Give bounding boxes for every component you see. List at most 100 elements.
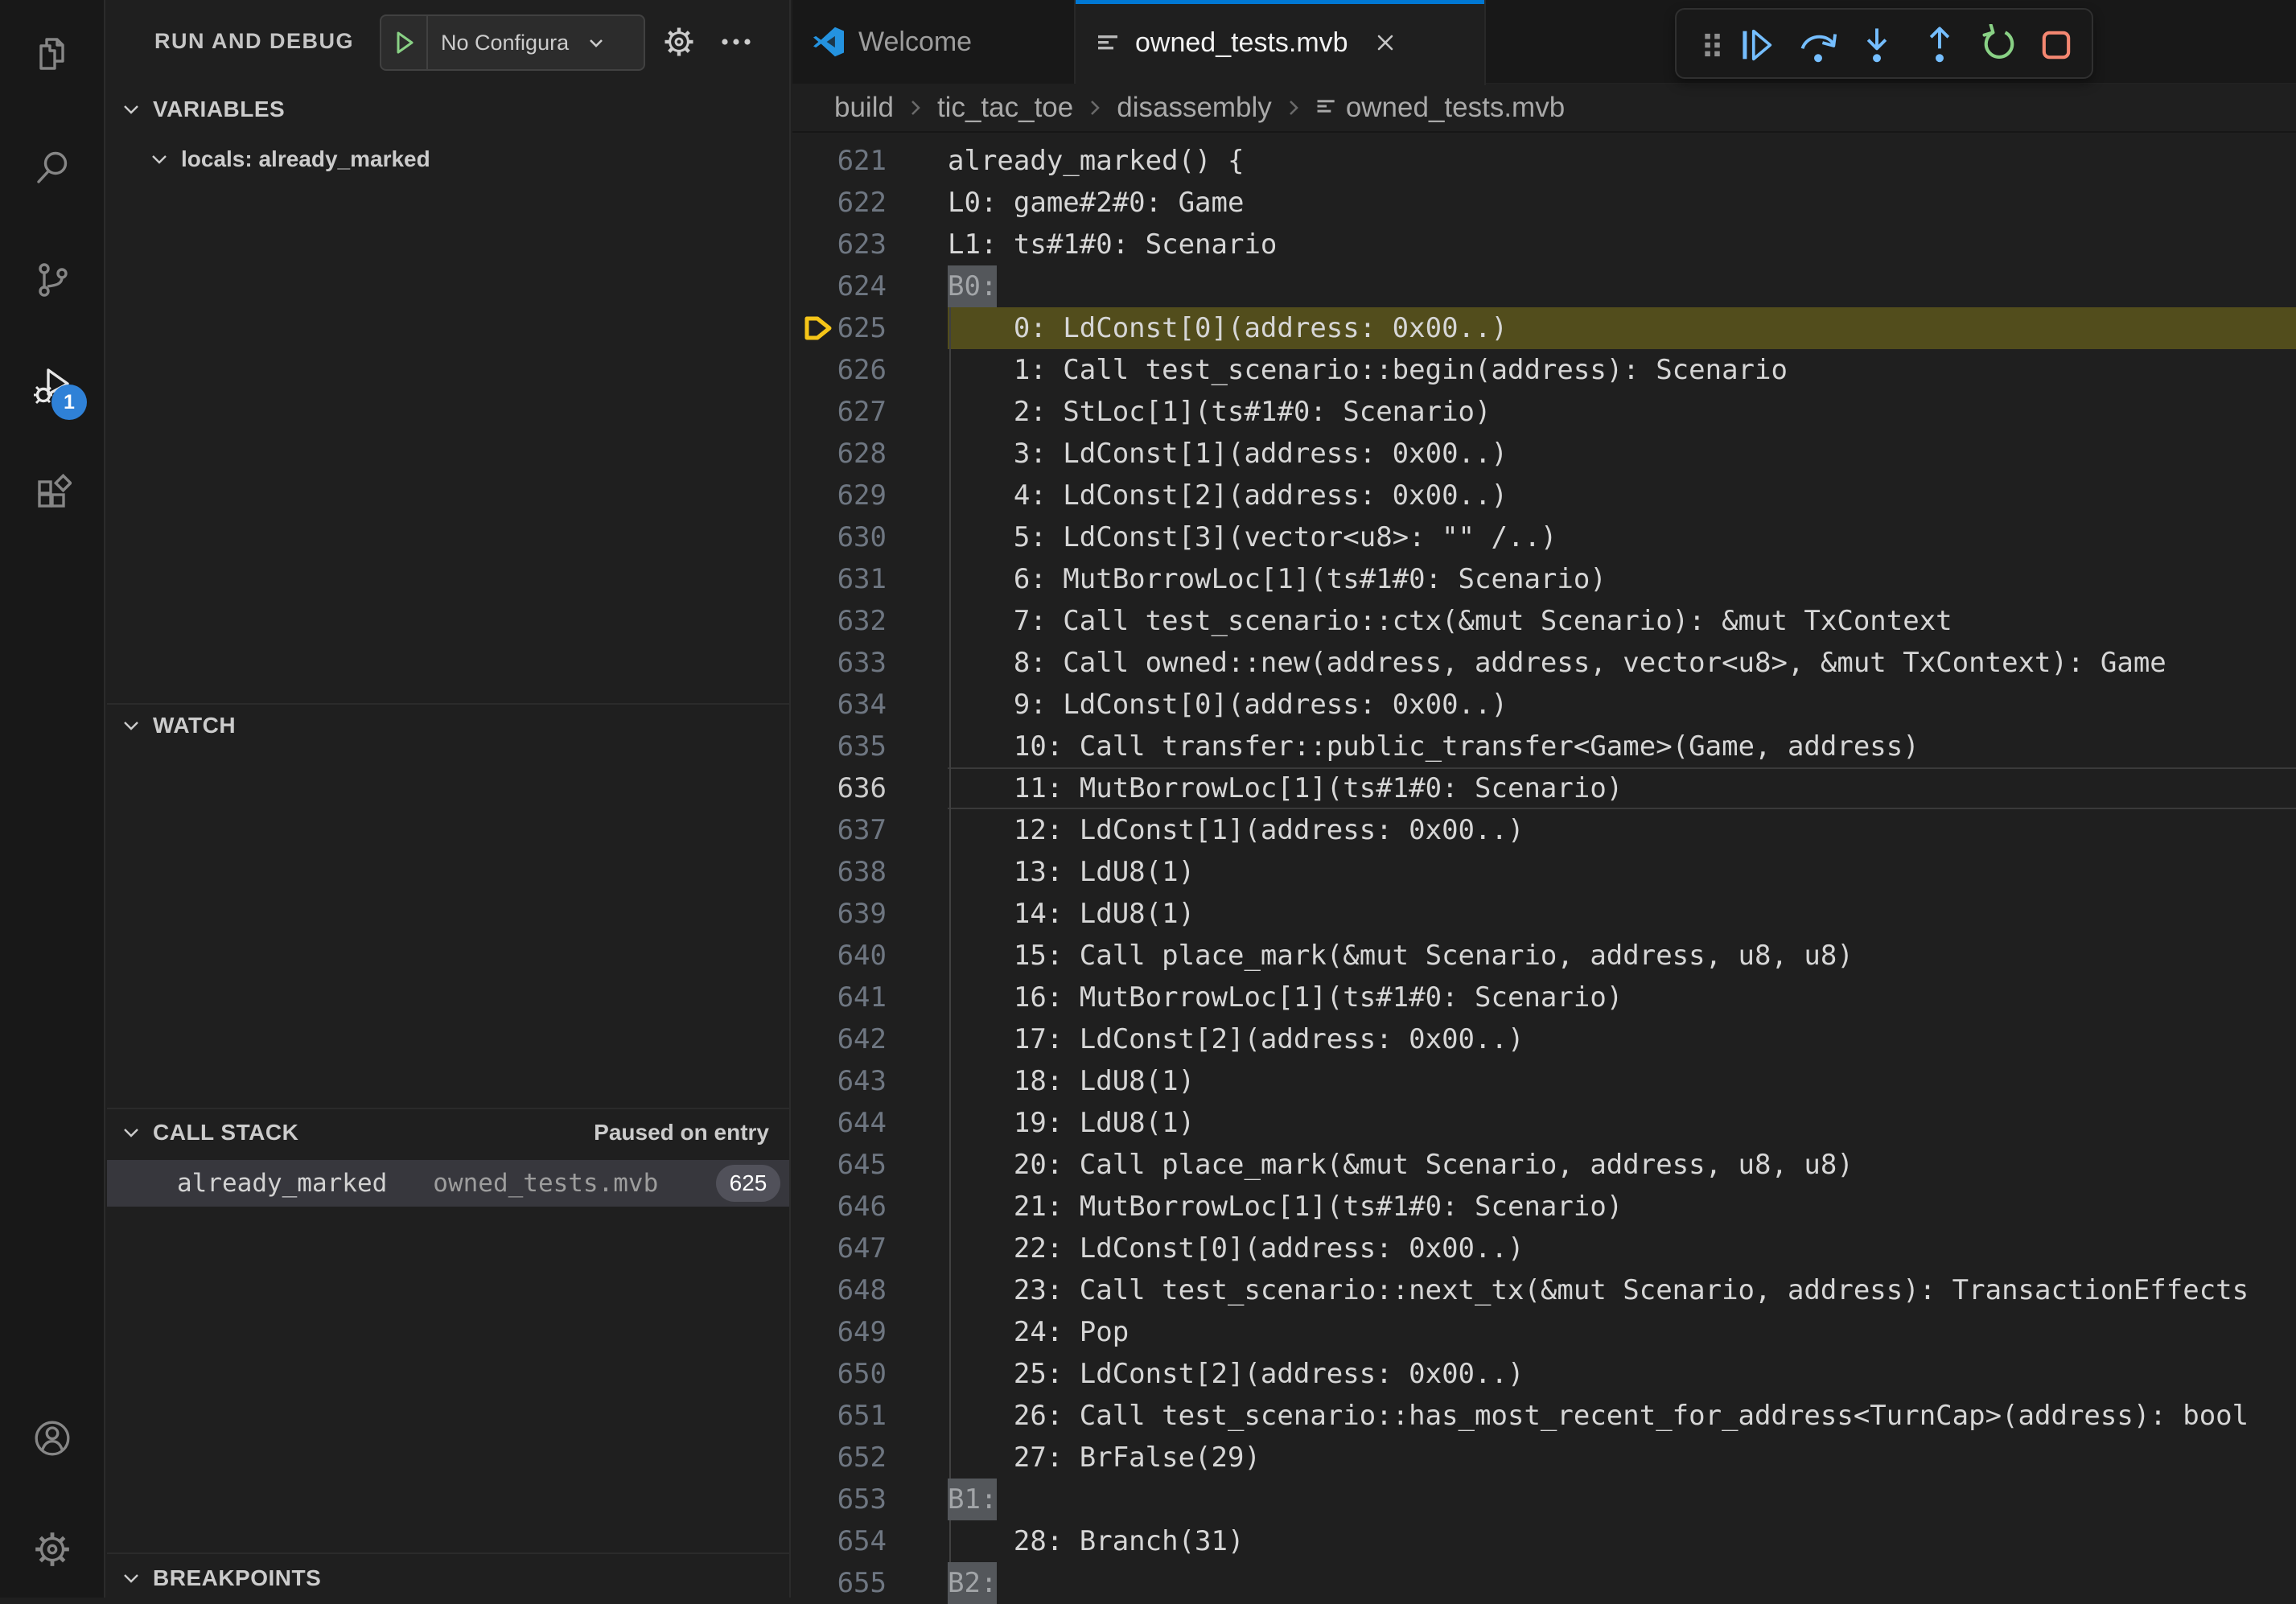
gutter[interactable]: 635: [792, 726, 948, 767]
code-line-623[interactable]: 623L1: ts#1#0: Scenario: [792, 224, 2296, 265]
line-number[interactable]: 652: [792, 1437, 948, 1479]
breadcrumb-item[interactable]: owned_tests.mvb: [1346, 92, 1565, 124]
gutter[interactable]: 647: [792, 1228, 948, 1269]
line-number[interactable]: 627: [792, 391, 948, 433]
line-number[interactable]: 621: [792, 140, 948, 182]
gutter[interactable]: 626: [792, 349, 948, 391]
gutter[interactable]: 651: [792, 1395, 948, 1437]
line-number[interactable]: 648: [792, 1269, 948, 1311]
tab-welcome[interactable]: Welcome: [792, 0, 1076, 84]
gutter[interactable]: 621: [792, 140, 948, 182]
code-line-654[interactable]: 654 28: Branch(31): [792, 1520, 2296, 1562]
code-line-650[interactable]: 650 25: LdConst[2](address: 0x00..): [792, 1353, 2296, 1395]
step-out-icon[interactable]: [1919, 24, 1961, 66]
line-number[interactable]: 642: [792, 1018, 948, 1060]
gutter[interactable]: 650: [792, 1353, 948, 1395]
debug-settings-gear-icon[interactable]: [662, 25, 696, 63]
gutter[interactable]: 630: [792, 516, 948, 558]
code-editor[interactable]: 621already_marked() {622L0: game#2#0: Ga…: [792, 134, 2296, 1598]
step-into-icon[interactable]: [1856, 24, 1898, 66]
code-line-638[interactable]: 638 13: LdU8(1): [792, 851, 2296, 893]
gutter[interactable]: 625: [792, 307, 948, 349]
gutter[interactable]: 648: [792, 1269, 948, 1311]
breadcrumb-item[interactable]: disassembly: [1117, 92, 1272, 124]
line-number[interactable]: 645: [792, 1144, 948, 1186]
gutter[interactable]: 632: [792, 600, 948, 642]
code-line-626[interactable]: 626 1: Call test_scenario::begin(address…: [792, 349, 2296, 391]
code-line-647[interactable]: 647 22: LdConst[0](address: 0x00..): [792, 1228, 2296, 1269]
line-number[interactable]: 641: [792, 977, 948, 1018]
code-line-648[interactable]: 648 23: Call test_scenario::next_tx(&mut…: [792, 1269, 2296, 1311]
source-control-icon[interactable]: [0, 261, 104, 299]
line-number[interactable]: 649: [792, 1311, 948, 1353]
line-number[interactable]: 650: [792, 1353, 948, 1395]
gutter[interactable]: 639: [792, 893, 948, 935]
continue-icon[interactable]: [1735, 24, 1777, 66]
code-line-642[interactable]: 642 17: LdConst[2](address: 0x00..): [792, 1018, 2296, 1060]
code-line-622[interactable]: 622L0: game#2#0: Game: [792, 182, 2296, 224]
code-line-652[interactable]: 652 27: BrFalse(29): [792, 1437, 2296, 1479]
search-icon[interactable]: [0, 148, 104, 187]
gutter[interactable]: 627: [792, 391, 948, 433]
line-number[interactable]: 628: [792, 433, 948, 475]
gutter[interactable]: 640: [792, 935, 948, 977]
code-line-639[interactable]: 639 14: LdU8(1): [792, 893, 2296, 935]
code-line-631[interactable]: 631 6: MutBorrowLoc[1](ts#1#0: Scenario): [792, 558, 2296, 600]
close-icon[interactable]: [1372, 30, 1398, 56]
code-line-643[interactable]: 643 18: LdU8(1): [792, 1060, 2296, 1102]
section-call-stack[interactable]: CALL STACK Paused on entry: [107, 1113, 789, 1152]
restart-icon[interactable]: [1978, 24, 2020, 66]
code-line-649[interactable]: 649 24: Pop: [792, 1311, 2296, 1353]
code-line-634[interactable]: 634 9: LdConst[0](address: 0x00..): [792, 684, 2296, 726]
line-number[interactable]: 629: [792, 475, 948, 516]
line-number[interactable]: 634: [792, 684, 948, 726]
extensions-icon[interactable]: [0, 473, 104, 512]
gutter[interactable]: 653: [792, 1479, 948, 1520]
gutter[interactable]: 631: [792, 558, 948, 600]
section-watch[interactable]: WATCH: [107, 706, 789, 745]
line-number[interactable]: 644: [792, 1102, 948, 1144]
line-number[interactable]: 651: [792, 1395, 948, 1437]
line-number[interactable]: 637: [792, 809, 948, 851]
line-number[interactable]: 632: [792, 600, 948, 642]
code-line-629[interactable]: 629 4: LdConst[2](address: 0x00..): [792, 475, 2296, 516]
line-number[interactable]: 636: [792, 767, 948, 809]
line-number[interactable]: 635: [792, 726, 948, 767]
line-number[interactable]: 624: [792, 265, 948, 307]
line-number[interactable]: 653: [792, 1479, 948, 1520]
code-line-627[interactable]: 627 2: StLoc[1](ts#1#0: Scenario): [792, 391, 2296, 433]
code-line-644[interactable]: 644 19: LdU8(1): [792, 1102, 2296, 1144]
stop-icon[interactable]: [2035, 24, 2077, 66]
code-line-621[interactable]: 621already_marked() {: [792, 140, 2296, 182]
gutter[interactable]: 641: [792, 977, 948, 1018]
line-number[interactable]: 647: [792, 1228, 948, 1269]
settings-gear-icon[interactable]: [0, 1529, 104, 1569]
code-line-630[interactable]: 630 5: LdConst[3](vector<u8>: "" /..): [792, 516, 2296, 558]
code-line-628[interactable]: 628 3: LdConst[1](address: 0x00..): [792, 433, 2296, 475]
stack-frame-row[interactable]: already_marked owned_tests.mvb 625: [107, 1160, 789, 1207]
gutter[interactable]: 637: [792, 809, 948, 851]
line-number[interactable]: 626: [792, 349, 948, 391]
line-number[interactable]: 640: [792, 935, 948, 977]
code-line-632[interactable]: 632 7: Call test_scenario::ctx(&mut Scen…: [792, 600, 2296, 642]
breadcrumb[interactable]: build tic_tac_toe disassembly owned_tests.m…: [792, 84, 2296, 133]
code-line-635[interactable]: 635 10: Call transfer::public_transfer<G…: [792, 726, 2296, 767]
step-over-icon[interactable]: [1797, 24, 1839, 66]
gutter[interactable]: 643: [792, 1060, 948, 1102]
gutter[interactable]: 642: [792, 1018, 948, 1060]
code-line-624[interactable]: 624B0:: [792, 265, 2296, 307]
breadcrumb-item[interactable]: build: [834, 92, 894, 124]
code-line-640[interactable]: 640 15: Call place_mark(&mut Scenario, a…: [792, 935, 2296, 977]
account-icon[interactable]: [0, 1418, 104, 1458]
gutter[interactable]: 645: [792, 1144, 948, 1186]
gutter[interactable]: 634: [792, 684, 948, 726]
code-line-653[interactable]: 653B1:: [792, 1479, 2296, 1520]
line-number[interactable]: 622: [792, 182, 948, 224]
launch-config-dropdown[interactable]: No Configura: [380, 14, 645, 71]
breadcrumb-item[interactable]: tic_tac_toe: [937, 92, 1073, 124]
code-line-641[interactable]: 641 16: MutBorrowLoc[1](ts#1#0: Scenario…: [792, 977, 2296, 1018]
line-number[interactable]: 633: [792, 642, 948, 684]
gutter[interactable]: 646: [792, 1186, 948, 1228]
start-debug-button[interactable]: [381, 16, 428, 69]
line-number[interactable]: 655: [792, 1562, 948, 1604]
